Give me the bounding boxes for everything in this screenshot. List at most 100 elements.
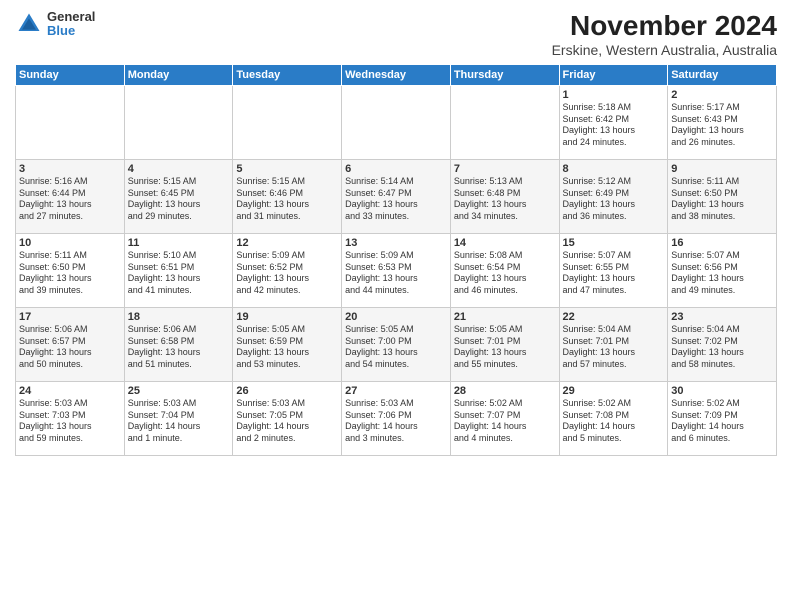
logo: General Blue bbox=[15, 10, 95, 39]
col-sunday: Sunday bbox=[16, 65, 125, 86]
day-number: 21 bbox=[454, 311, 556, 323]
calendar-cell: 7Sunrise: 5:13 AM Sunset: 6:48 PM Daylig… bbox=[450, 160, 559, 234]
calendar-cell: 14Sunrise: 5:08 AM Sunset: 6:54 PM Dayli… bbox=[450, 234, 559, 308]
calendar-week-1: 1Sunrise: 5:18 AM Sunset: 6:42 PM Daylig… bbox=[16, 86, 777, 160]
title-block: November 2024 Erskine, Western Australia… bbox=[552, 10, 777, 58]
day-info: Sunrise: 5:15 AM Sunset: 6:45 PM Dayligh… bbox=[128, 176, 230, 223]
calendar-cell: 20Sunrise: 5:05 AM Sunset: 7:00 PM Dayli… bbox=[342, 308, 451, 382]
calendar-cell: 22Sunrise: 5:04 AM Sunset: 7:01 PM Dayli… bbox=[559, 308, 668, 382]
calendar-cell: 29Sunrise: 5:02 AM Sunset: 7:08 PM Dayli… bbox=[559, 382, 668, 456]
day-number: 22 bbox=[563, 311, 665, 323]
day-number: 5 bbox=[236, 163, 338, 175]
day-number: 1 bbox=[563, 89, 665, 101]
calendar-cell: 13Sunrise: 5:09 AM Sunset: 6:53 PM Dayli… bbox=[342, 234, 451, 308]
calendar-week-5: 24Sunrise: 5:03 AM Sunset: 7:03 PM Dayli… bbox=[16, 382, 777, 456]
day-info: Sunrise: 5:15 AM Sunset: 6:46 PM Dayligh… bbox=[236, 176, 338, 223]
day-info: Sunrise: 5:05 AM Sunset: 6:59 PM Dayligh… bbox=[236, 324, 338, 371]
day-number: 17 bbox=[19, 311, 121, 323]
day-info: Sunrise: 5:03 AM Sunset: 7:06 PM Dayligh… bbox=[345, 398, 447, 445]
day-number: 13 bbox=[345, 237, 447, 249]
calendar-cell: 11Sunrise: 5:10 AM Sunset: 6:51 PM Dayli… bbox=[124, 234, 233, 308]
day-info: Sunrise: 5:02 AM Sunset: 7:08 PM Dayligh… bbox=[563, 398, 665, 445]
col-friday: Friday bbox=[559, 65, 668, 86]
day-number: 26 bbox=[236, 385, 338, 397]
calendar-cell: 27Sunrise: 5:03 AM Sunset: 7:06 PM Dayli… bbox=[342, 382, 451, 456]
calendar-table: Sunday Monday Tuesday Wednesday Thursday… bbox=[15, 64, 777, 456]
day-number: 6 bbox=[345, 163, 447, 175]
day-info: Sunrise: 5:04 AM Sunset: 7:01 PM Dayligh… bbox=[563, 324, 665, 371]
calendar-cell: 2Sunrise: 5:17 AM Sunset: 6:43 PM Daylig… bbox=[668, 86, 777, 160]
day-number: 28 bbox=[454, 385, 556, 397]
day-info: Sunrise: 5:07 AM Sunset: 6:56 PM Dayligh… bbox=[671, 250, 773, 297]
day-info: Sunrise: 5:02 AM Sunset: 7:09 PM Dayligh… bbox=[671, 398, 773, 445]
calendar-cell: 18Sunrise: 5:06 AM Sunset: 6:58 PM Dayli… bbox=[124, 308, 233, 382]
calendar-cell: 21Sunrise: 5:05 AM Sunset: 7:01 PM Dayli… bbox=[450, 308, 559, 382]
calendar-week-2: 3Sunrise: 5:16 AM Sunset: 6:44 PM Daylig… bbox=[16, 160, 777, 234]
calendar-week-4: 17Sunrise: 5:06 AM Sunset: 6:57 PM Dayli… bbox=[16, 308, 777, 382]
day-number: 27 bbox=[345, 385, 447, 397]
day-info: Sunrise: 5:18 AM Sunset: 6:42 PM Dayligh… bbox=[563, 102, 665, 149]
calendar-cell: 12Sunrise: 5:09 AM Sunset: 6:52 PM Dayli… bbox=[233, 234, 342, 308]
logo-line2: Blue bbox=[47, 24, 95, 38]
day-info: Sunrise: 5:12 AM Sunset: 6:49 PM Dayligh… bbox=[563, 176, 665, 223]
day-info: Sunrise: 5:09 AM Sunset: 6:53 PM Dayligh… bbox=[345, 250, 447, 297]
day-info: Sunrise: 5:04 AM Sunset: 7:02 PM Dayligh… bbox=[671, 324, 773, 371]
day-info: Sunrise: 5:10 AM Sunset: 6:51 PM Dayligh… bbox=[128, 250, 230, 297]
day-number: 2 bbox=[671, 89, 773, 101]
day-number: 29 bbox=[563, 385, 665, 397]
header: General Blue November 2024 Erskine, West… bbox=[15, 10, 777, 58]
calendar-cell: 10Sunrise: 5:11 AM Sunset: 6:50 PM Dayli… bbox=[16, 234, 125, 308]
logo-icon bbox=[15, 10, 43, 38]
calendar-cell: 4Sunrise: 5:15 AM Sunset: 6:45 PM Daylig… bbox=[124, 160, 233, 234]
logo-text: General Blue bbox=[47, 10, 95, 39]
day-info: Sunrise: 5:07 AM Sunset: 6:55 PM Dayligh… bbox=[563, 250, 665, 297]
calendar-header-row: Sunday Monday Tuesday Wednesday Thursday… bbox=[16, 65, 777, 86]
calendar-cell: 17Sunrise: 5:06 AM Sunset: 6:57 PM Dayli… bbox=[16, 308, 125, 382]
day-info: Sunrise: 5:02 AM Sunset: 7:07 PM Dayligh… bbox=[454, 398, 556, 445]
calendar-cell: 25Sunrise: 5:03 AM Sunset: 7:04 PM Dayli… bbox=[124, 382, 233, 456]
calendar-cell: 28Sunrise: 5:02 AM Sunset: 7:07 PM Dayli… bbox=[450, 382, 559, 456]
calendar-cell: 9Sunrise: 5:11 AM Sunset: 6:50 PM Daylig… bbox=[668, 160, 777, 234]
calendar-cell: 19Sunrise: 5:05 AM Sunset: 6:59 PM Dayli… bbox=[233, 308, 342, 382]
day-number: 20 bbox=[345, 311, 447, 323]
day-info: Sunrise: 5:03 AM Sunset: 7:03 PM Dayligh… bbox=[19, 398, 121, 445]
day-number: 8 bbox=[563, 163, 665, 175]
col-saturday: Saturday bbox=[668, 65, 777, 86]
day-number: 16 bbox=[671, 237, 773, 249]
calendar-cell: 30Sunrise: 5:02 AM Sunset: 7:09 PM Dayli… bbox=[668, 382, 777, 456]
main-container: General Blue November 2024 Erskine, West… bbox=[0, 0, 792, 461]
calendar-week-3: 10Sunrise: 5:11 AM Sunset: 6:50 PM Dayli… bbox=[16, 234, 777, 308]
day-number: 4 bbox=[128, 163, 230, 175]
day-info: Sunrise: 5:05 AM Sunset: 7:00 PM Dayligh… bbox=[345, 324, 447, 371]
day-info: Sunrise: 5:13 AM Sunset: 6:48 PM Dayligh… bbox=[454, 176, 556, 223]
day-number: 15 bbox=[563, 237, 665, 249]
day-info: Sunrise: 5:06 AM Sunset: 6:58 PM Dayligh… bbox=[128, 324, 230, 371]
day-info: Sunrise: 5:14 AM Sunset: 6:47 PM Dayligh… bbox=[345, 176, 447, 223]
calendar-cell: 23Sunrise: 5:04 AM Sunset: 7:02 PM Dayli… bbox=[668, 308, 777, 382]
day-info: Sunrise: 5:06 AM Sunset: 6:57 PM Dayligh… bbox=[19, 324, 121, 371]
calendar-cell: 3Sunrise: 5:16 AM Sunset: 6:44 PM Daylig… bbox=[16, 160, 125, 234]
day-number: 11 bbox=[128, 237, 230, 249]
logo-line1: General bbox=[47, 10, 95, 24]
day-info: Sunrise: 5:16 AM Sunset: 6:44 PM Dayligh… bbox=[19, 176, 121, 223]
col-wednesday: Wednesday bbox=[342, 65, 451, 86]
calendar-cell: 26Sunrise: 5:03 AM Sunset: 7:05 PM Dayli… bbox=[233, 382, 342, 456]
day-number: 12 bbox=[236, 237, 338, 249]
calendar-cell bbox=[233, 86, 342, 160]
day-number: 19 bbox=[236, 311, 338, 323]
day-info: Sunrise: 5:11 AM Sunset: 6:50 PM Dayligh… bbox=[671, 176, 773, 223]
col-monday: Monday bbox=[124, 65, 233, 86]
calendar-cell: 15Sunrise: 5:07 AM Sunset: 6:55 PM Dayli… bbox=[559, 234, 668, 308]
day-number: 14 bbox=[454, 237, 556, 249]
day-number: 9 bbox=[671, 163, 773, 175]
day-info: Sunrise: 5:03 AM Sunset: 7:04 PM Dayligh… bbox=[128, 398, 230, 445]
page-title: November 2024 bbox=[552, 10, 777, 42]
day-number: 30 bbox=[671, 385, 773, 397]
day-info: Sunrise: 5:17 AM Sunset: 6:43 PM Dayligh… bbox=[671, 102, 773, 149]
day-number: 7 bbox=[454, 163, 556, 175]
calendar-cell bbox=[124, 86, 233, 160]
day-number: 18 bbox=[128, 311, 230, 323]
calendar-cell: 8Sunrise: 5:12 AM Sunset: 6:49 PM Daylig… bbox=[559, 160, 668, 234]
day-number: 24 bbox=[19, 385, 121, 397]
day-info: Sunrise: 5:09 AM Sunset: 6:52 PM Dayligh… bbox=[236, 250, 338, 297]
